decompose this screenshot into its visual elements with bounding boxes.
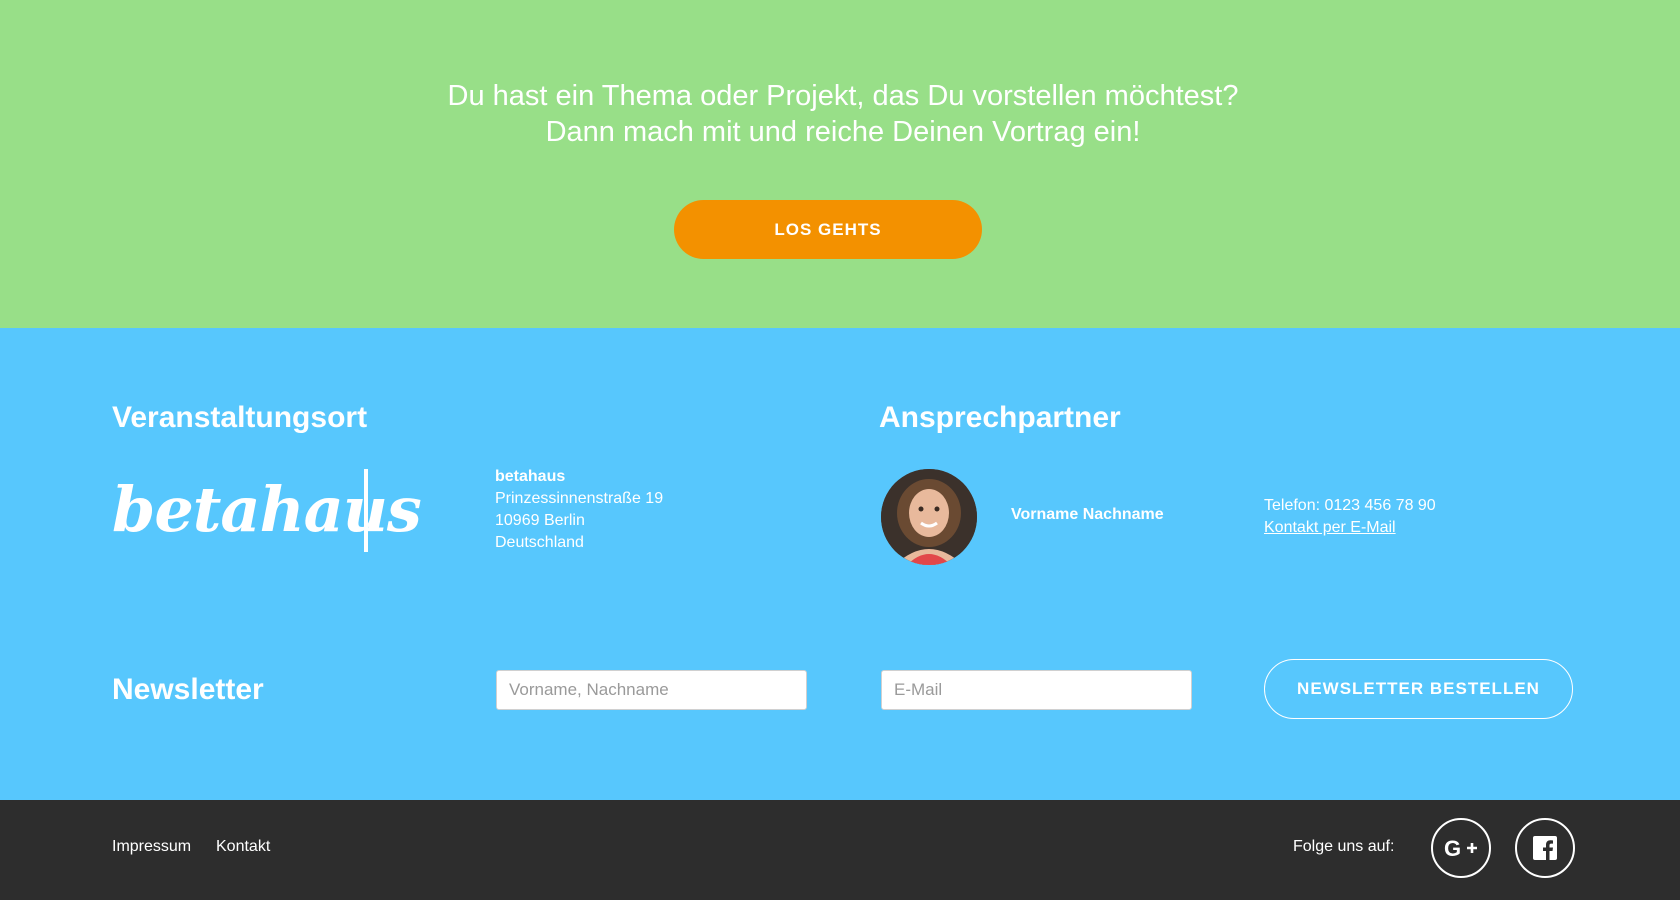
newsletter-subscribe-button[interactable]: NEWSLETTER BESTELLEN bbox=[1264, 659, 1573, 719]
venue-name: betahaus bbox=[495, 468, 566, 485]
contact-info: Telefon: 0123 456 78 90 Kontakt per E-Ma… bbox=[1264, 495, 1436, 539]
newsletter-email-input[interactable] bbox=[881, 670, 1192, 710]
venue-street: Prinzessinnenstraße 19 bbox=[495, 490, 664, 507]
cta-text: Du hast ein Thema oder Projekt, das Du v… bbox=[0, 78, 1680, 150]
contact-avatar bbox=[881, 469, 977, 565]
newsletter-heading: Newsletter bbox=[112, 673, 264, 706]
cta-section: Du hast ein Thema oder Projekt, das Du v… bbox=[0, 0, 1680, 328]
betahaus-logo: betahaus bbox=[112, 473, 422, 546]
kontakt-link[interactable]: Kontakt bbox=[216, 838, 270, 856]
follow-label: Folge uns auf: bbox=[1293, 838, 1395, 855]
contact-phone: Telefon: 0123 456 78 90 bbox=[1264, 497, 1436, 514]
svg-text:G: G bbox=[1444, 837, 1461, 859]
contact-email-link[interactable]: Kontakt per E-Mail bbox=[1264, 519, 1396, 536]
impressum-link[interactable]: Impressum bbox=[112, 838, 191, 856]
contact-heading: Ansprechpartner bbox=[879, 401, 1121, 434]
venue-country: Deutschland bbox=[495, 534, 584, 551]
cta-line-2: Dann mach mit und reiche Deinen Vortrag … bbox=[545, 116, 1141, 148]
venue-city: 10969 Berlin bbox=[495, 512, 585, 529]
los-gehts-button[interactable]: LOS GEHTS bbox=[674, 200, 982, 259]
avatar-photo bbox=[881, 469, 977, 565]
cta-line-1: Du hast ein Thema oder Projekt, das Du v… bbox=[447, 80, 1239, 112]
info-section bbox=[0, 328, 1680, 800]
google-plus-icon[interactable]: G bbox=[1431, 818, 1491, 878]
logo-bar bbox=[364, 469, 368, 552]
venue-heading: Veranstaltungsort bbox=[112, 401, 368, 434]
contact-name: Vorname Nachname bbox=[1011, 506, 1164, 523]
venue-address: betahaus Prinzessinnenstraße 19 10969 Be… bbox=[495, 466, 663, 554]
newsletter-name-input[interactable] bbox=[496, 670, 807, 710]
facebook-icon[interactable] bbox=[1515, 818, 1575, 878]
